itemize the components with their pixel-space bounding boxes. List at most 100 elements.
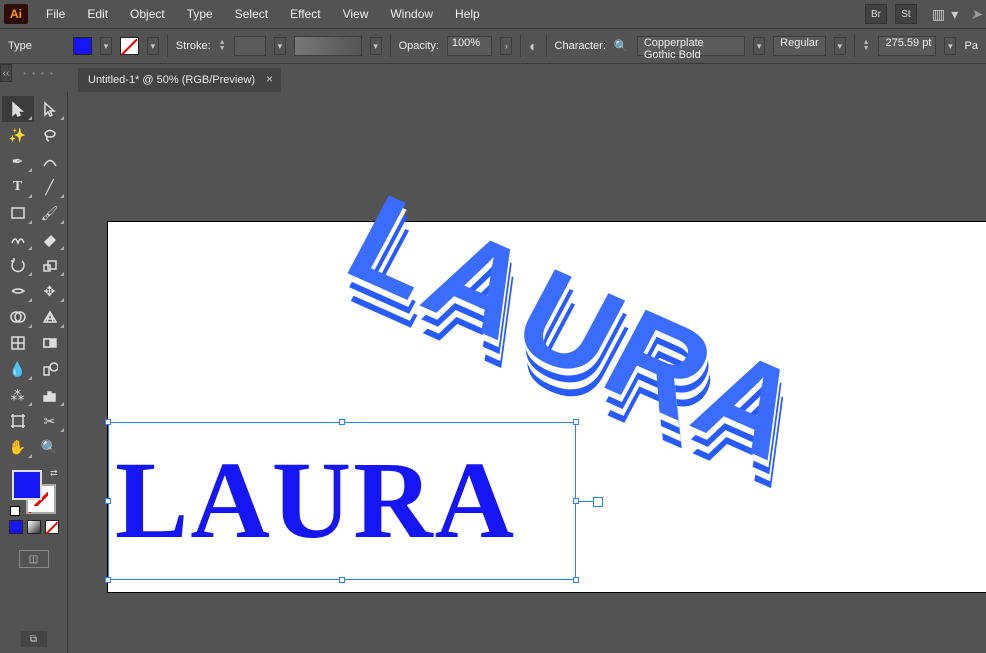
document-tab-title: Untitled-1* @ 50% (RGB/Preview) [88,74,255,86]
font-style-dropdown[interactable]: ▾ [834,37,846,55]
fill-swatch[interactable] [73,37,92,55]
chevron-down-icon: ▾ [951,6,958,23]
artboard-tool[interactable] [2,408,34,434]
stroke-swatch[interactable] [120,37,139,55]
width-icon [10,283,26,299]
font-family-dropdown[interactable]: ▾ [753,37,765,55]
stroke-weight-stepper[interactable]: ▲▼ [219,40,226,52]
font-family-field[interactable]: Copperplate Gothic Bold [637,36,745,56]
font-size-field[interactable]: 275.59 pt [878,36,937,56]
close-tab-icon[interactable]: × [266,72,273,86]
blend-tool[interactable] [34,356,66,382]
slice-tool[interactable]: ✂ [34,408,66,434]
mesh-icon [10,335,26,351]
gradient-tool[interactable] [34,330,66,356]
magic-wand-tool[interactable]: ✨ [2,122,34,148]
selection-handle-ml[interactable] [105,498,111,504]
rectangle-tool[interactable] [2,200,34,226]
pen-tool[interactable]: ✒ [2,148,34,174]
document-tab[interactable]: Untitled-1* @ 50% (RGB/Preview) × [78,68,281,92]
gpu-preview-button[interactable]: ➤ [970,6,982,23]
selection-handle-tr[interactable] [573,419,579,425]
curvature-pen-icon [42,153,58,169]
color-mode-none[interactable] [45,520,59,534]
document-tab-bar: Untitled-1* @ 50% (RGB/Preview) × [72,64,986,92]
stroke-weight-field[interactable] [234,36,266,56]
scale-icon [42,257,58,273]
eyedropper-tool[interactable]: 💧 [2,356,34,382]
symbol-sprayer-icon: ⁂ [11,387,25,404]
variable-width-dropdown[interactable]: ▾ [370,37,382,55]
font-search-icon[interactable]: 🔍 [614,39,629,53]
shape-builder-tool[interactable] [2,304,34,330]
shape-builder-icon [10,309,26,325]
menu-window[interactable]: Window [380,3,443,25]
shaper-tool[interactable] [2,226,34,252]
bridge-button[interactable]: Br [865,4,887,24]
font-style-field[interactable]: Regular [773,36,826,56]
canvas-area[interactable]: LAURA LAURA LAURA LAURA LAURA LAURA [72,92,986,653]
width-tool[interactable] [2,278,34,304]
gradient-icon [42,335,58,351]
arrange-documents[interactable]: ▥ ▾ [932,6,958,23]
menu-help[interactable]: Help [445,3,490,25]
fill-stroke-indicator[interactable]: ⇄ [12,470,56,514]
menu-file[interactable]: File [36,3,75,25]
draw-mode-button[interactable]: ◫ [19,550,49,568]
menu-type[interactable]: Type [177,3,223,25]
symbol-sprayer-tool[interactable]: ⁂ [2,382,34,408]
stock-button[interactable]: St [895,4,917,24]
stroke-weight-dropdown[interactable]: ▾ [274,37,286,55]
opacity-field[interactable]: 100% [447,36,492,56]
text-out-port[interactable] [579,501,597,502]
recolor-artwork-icon[interactable]: ◐ [529,38,537,54]
curvature-tool[interactable] [34,148,66,174]
color-mode-gradient[interactable] [27,520,41,534]
menu-object[interactable]: Object [120,3,175,25]
menu-select[interactable]: Select [225,3,278,25]
stroke-dropdown[interactable]: ▾ [147,37,159,55]
paintbrush-tool[interactable]: 🖌 [34,200,66,226]
artboard[interactable]: LAURA LAURA LAURA LAURA LAURA LAURA [108,222,986,592]
fill-indicator[interactable] [12,470,42,500]
hand-tool[interactable]: ✋ [2,434,34,460]
artwork-flat-text[interactable]: LAURA [115,437,516,564]
selection-bounding-box[interactable]: LAURA [108,422,576,580]
default-fill-stroke-icon[interactable] [10,506,20,516]
scale-tool[interactable] [34,252,66,278]
screen-mode-button[interactable]: ⧉ [21,631,47,647]
opacity-dropdown[interactable]: › [500,37,512,55]
panel-collapse-grip[interactable]: ‹‹ [0,64,12,82]
zoom-tool[interactable]: 🔍 [34,434,66,460]
menu-effect[interactable]: Effect [280,3,330,25]
column-graph-tool[interactable] [34,382,66,408]
selection-tool[interactable] [2,96,34,122]
perspective-grid-tool[interactable] [34,304,66,330]
paintbrush-icon: 🖌 [41,205,59,222]
color-mode-color[interactable] [9,520,23,534]
lasso-tool[interactable] [34,122,66,148]
selection-handle-tl[interactable] [105,419,111,425]
menu-edit[interactable]: Edit [77,3,118,25]
direct-selection-tool[interactable] [34,96,66,122]
zoom-icon: 🔍 [41,439,58,456]
eraser-tool[interactable] [34,226,66,252]
panel-drag-dots[interactable]: • • • • [14,64,64,82]
fill-dropdown[interactable]: ▾ [100,37,112,55]
swap-fill-stroke-icon[interactable]: ⇄ [50,468,58,479]
type-tool[interactable]: T [2,174,34,200]
line-segment-tool[interactable]: ╱ [34,174,66,200]
font-size-dropdown[interactable]: ▾ [944,37,956,55]
eyedropper-icon: 💧 [9,361,26,378]
font-size-stepper[interactable]: ▲▼ [863,40,870,52]
variable-width-profile[interactable] [294,36,362,56]
arrange-icon: ▥ [932,6,945,23]
menu-view[interactable]: View [333,3,379,25]
free-transform-tool[interactable]: ✥ [34,278,66,304]
selection-handle-br[interactable] [573,577,579,583]
selection-handle-tm[interactable] [339,419,345,425]
selection-handle-bl[interactable] [105,577,111,583]
selection-handle-bm[interactable] [339,577,345,583]
mesh-tool[interactable] [2,330,34,356]
rotate-tool[interactable] [2,252,34,278]
